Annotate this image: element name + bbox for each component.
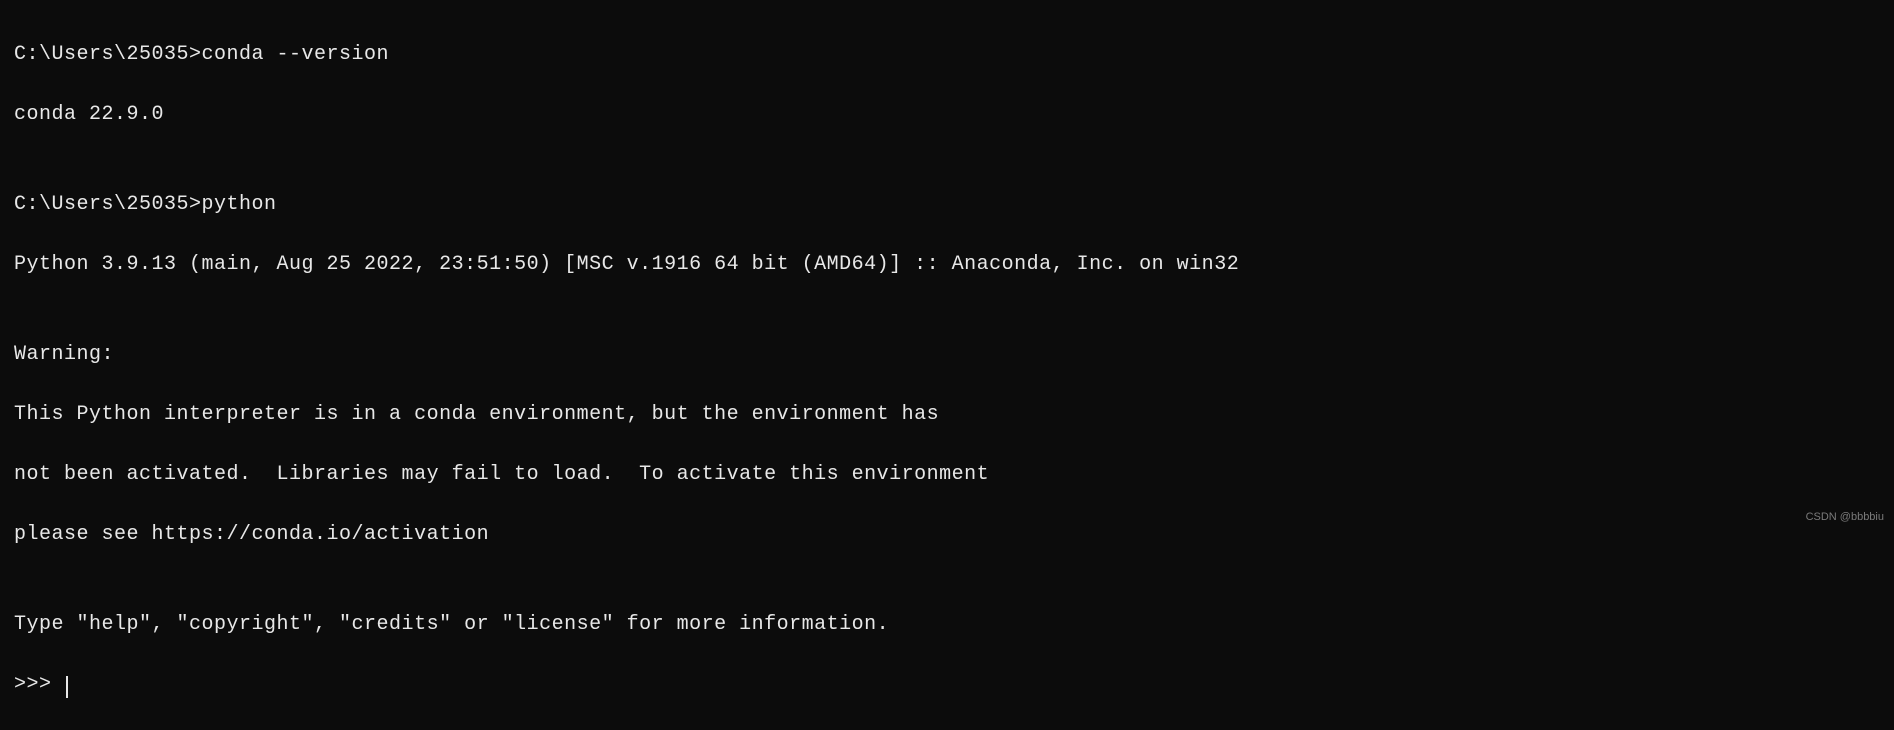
- output-line: conda 22.9.0: [14, 100, 1880, 130]
- output-line: please see https://conda.io/activation: [14, 520, 1880, 550]
- command-text: conda --version: [202, 43, 390, 66]
- cursor-icon: [66, 676, 68, 698]
- output-line: not been activated. Libraries may fail t…: [14, 460, 1880, 490]
- output-line: Type "help", "copyright", "credits" or "…: [14, 610, 1880, 640]
- output-line: Warning:: [14, 340, 1880, 370]
- output-line: This Python interpreter is in a conda en…: [14, 400, 1880, 430]
- command-text: python: [202, 193, 277, 216]
- shell-prompt: C:\Users\25035>: [14, 193, 202, 216]
- output-line: Python 3.9.13 (main, Aug 25 2022, 23:51:…: [14, 250, 1880, 280]
- terminal-output[interactable]: C:\Users\25035>conda --version conda 22.…: [14, 10, 1880, 730]
- watermark-text: CSDN @bbbbiu: [1806, 509, 1884, 526]
- python-prompt: >>>: [14, 673, 64, 696]
- shell-prompt: C:\Users\25035>: [14, 43, 202, 66]
